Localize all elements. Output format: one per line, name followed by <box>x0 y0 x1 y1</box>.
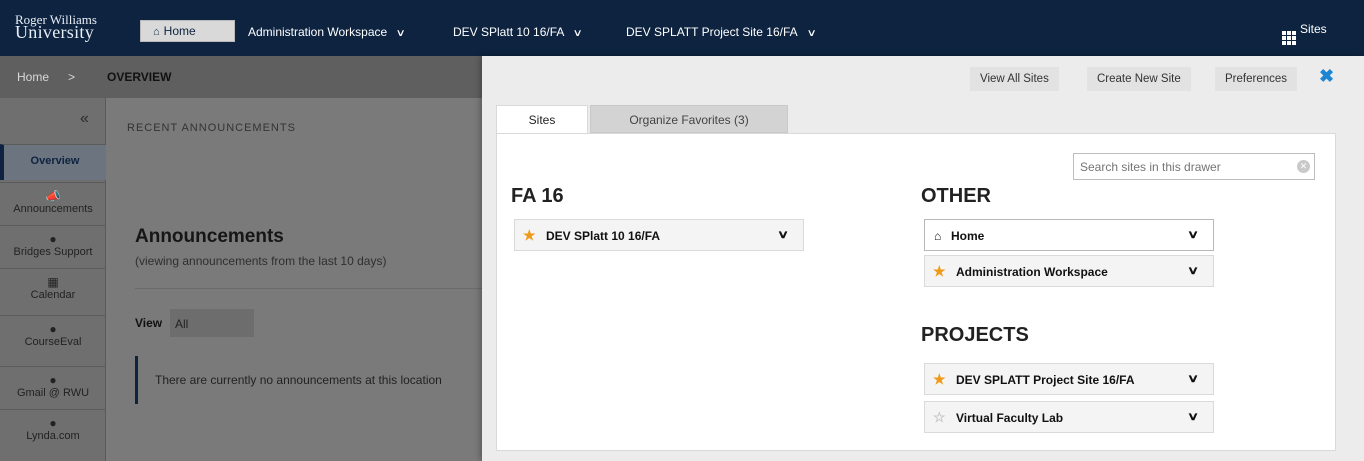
nav-site-label: DEV SPLATT Project Site 16/FA <box>626 25 798 39</box>
chevron-down-icon[interactable]: ∨ <box>777 228 789 241</box>
logo-line2: University <box>15 22 94 42</box>
sidebar-item-label: Announcements <box>13 203 93 215</box>
chevron-down-icon[interactable]: ∨ <box>1187 264 1199 277</box>
site-row-administration-workspace[interactable]: ★ Administration Workspace ∨ <box>924 255 1214 287</box>
sidebar-item-label: Calendar <box>30 289 76 301</box>
favorite-star-icon[interactable]: ★ <box>933 264 946 278</box>
sidebar-item-label: Gmail @ RWU <box>16 387 90 399</box>
sites-drawer: View All Sites Create New Site Preferenc… <box>482 56 1364 461</box>
divider <box>135 288 495 289</box>
nav-site-label: DEV SPlatt 10 16/FA <box>453 25 565 39</box>
sidebar-item-announcements[interactable]: 📣 Announcements <box>0 182 106 224</box>
section-title-other: OTHER <box>921 185 991 207</box>
announcements-subtitle: (viewing announcements from the last 10 … <box>135 254 387 268</box>
favorite-star-icon[interactable]: ★ <box>523 228 536 242</box>
recent-announcements-title: RECENT ANNOUNCEMENTS <box>127 122 296 134</box>
chevron-down-icon[interactable]: ∨ <box>396 28 406 39</box>
favorite-star-icon[interactable]: ★ <box>933 372 946 386</box>
site-name: Virtual Faculty Lab <box>956 411 1064 425</box>
sidebar-item-overview[interactable]: Overview <box>0 144 106 180</box>
sites-label: Sites <box>1300 22 1327 36</box>
sidebar-item-label: Lynda.com <box>26 430 80 442</box>
create-new-site-button[interactable]: Create New Site <box>1087 67 1191 91</box>
preferences-button[interactable]: Preferences <box>1215 67 1298 91</box>
view-label: View <box>135 316 163 330</box>
home-site-label: Home <box>163 24 196 38</box>
close-icon[interactable]: ✖ <box>1319 66 1334 87</box>
home-site-button[interactable]: ⌂ Home <box>140 20 235 42</box>
chevron-down-icon[interactable]: ∨ <box>1187 372 1199 385</box>
collapse-sidebar-icon[interactable]: « <box>80 110 89 128</box>
section-title-fa16: FA 16 <box>511 185 564 207</box>
nav-site-dev-splatt-project[interactable]: DEV SPLATT Project Site 16/FA ∨ <box>626 25 816 39</box>
empty-announcements-message: There are currently no announcements at … <box>135 356 495 404</box>
sidebar-item-courseeval[interactable]: ● CourseEval <box>0 315 106 357</box>
globe-icon: ● <box>49 322 57 336</box>
calendar-icon: ▦ <box>47 275 59 289</box>
section-title-projects: PROJECTS <box>921 324 1029 346</box>
sidebar-item-gmail[interactable]: ● Gmail @ RWU <box>0 366 106 408</box>
sidebar-item-calendar[interactable]: ▦ Calendar <box>0 268 106 314</box>
breadcrumb-current: OVERVIEW <box>107 70 172 84</box>
site-row-dev-splatt-project[interactable]: ★ DEV SPLATT Project Site 16/FA ∨ <box>924 363 1214 395</box>
chevron-down-icon[interactable]: ∨ <box>806 28 816 39</box>
site-row-virtual-faculty-lab[interactable]: ☆ Virtual Faculty Lab ∨ <box>924 401 1214 433</box>
clear-search-icon[interactable]: ✕ <box>1297 160 1310 173</box>
globe-icon: ● <box>49 232 57 246</box>
site-name: DEV SPlatt 10 16/FA <box>546 229 661 243</box>
nav-site-label: Administration Workspace <box>248 25 388 39</box>
site-name: DEV SPLATT Project Site 16/FA <box>956 373 1135 387</box>
sidebar-item-label: CourseEval <box>24 336 82 348</box>
main-content: RECENT ANNOUNCEMENTS Announcements (view… <box>107 98 495 461</box>
sidebar-item-lynda[interactable]: ● Lynda.com <box>0 409 106 453</box>
search-sites-input[interactable] <box>1073 153 1315 180</box>
home-icon: ⌂ <box>934 229 942 243</box>
sites-panel: ✕ FA 16 ★ DEV SPlatt 10 16/FA ∨ OTHER ⌂ … <box>496 133 1336 451</box>
view-select[interactable]: All <box>170 309 254 337</box>
site-name: Home <box>951 229 985 243</box>
chevron-down-icon[interactable]: ∨ <box>1187 410 1199 423</box>
tab-sites[interactable]: Sites <box>496 105 588 133</box>
globe-icon: ● <box>49 373 57 387</box>
sidebar-item-bridges-support[interactable]: ● Bridges Support <box>0 225 106 267</box>
sidebar-item-label: Overview <box>30 155 80 167</box>
site-name: Administration Workspace <box>956 265 1108 279</box>
site-row-home[interactable]: ⌂ Home ∨ <box>924 219 1214 251</box>
nav-site-dev-splatt-10[interactable]: DEV SPlatt 10 16/FA ∨ <box>453 25 583 39</box>
favorite-star-outline-icon[interactable]: ☆ <box>933 410 946 424</box>
sidebar-item-label: Bridges Support <box>13 246 93 258</box>
megaphone-icon: 📣 <box>45 189 61 203</box>
breadcrumb-separator: > <box>68 70 76 84</box>
view-all-sites-button[interactable]: View All Sites <box>970 67 1059 91</box>
announcements-heading: Announcements <box>135 226 284 247</box>
globe-icon: ● <box>49 416 57 430</box>
home-icon: ⌂ <box>153 26 160 38</box>
chevron-down-icon[interactable]: ∨ <box>1187 228 1199 241</box>
sites-drawer-button[interactable]: Sites <box>1282 22 1327 45</box>
site-row-dev-splatt-10[interactable]: ★ DEV SPlatt 10 16/FA ∨ <box>514 219 804 251</box>
grid-icon <box>1282 31 1296 45</box>
nav-site-administration-workspace[interactable]: Administration Workspace ∨ <box>248 25 406 39</box>
tool-sidebar: « Overview 📣 Announcements ● Bridges Sup… <box>0 98 106 461</box>
chevron-down-icon[interactable]: ∨ <box>573 28 583 39</box>
university-logo[interactable]: Roger Williams University <box>15 13 97 42</box>
top-navigation-bar: Roger Williams University ⌂ Home Administ… <box>0 0 1364 56</box>
breadcrumb-home-link[interactable]: Home <box>17 70 49 84</box>
tab-organize-favorites[interactable]: Organize Favorites (3) <box>590 105 788 133</box>
